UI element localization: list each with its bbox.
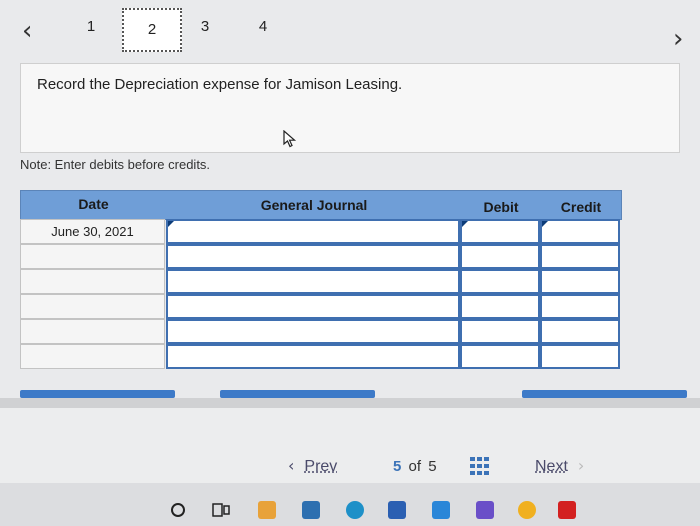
step-4[interactable]: 4 [253,18,273,35]
credit-input[interactable] [540,269,620,294]
table-row [20,269,620,294]
credit-input[interactable] [540,294,620,319]
store-icon[interactable] [302,501,320,519]
account-select[interactable] [166,294,460,319]
question-prompt: Record the Depreciation expense for Jami… [37,76,403,93]
search-circle-icon[interactable] [170,501,186,519]
file-explorer-icon[interactable] [258,501,276,519]
account-select[interactable] [166,344,460,369]
mail-icon[interactable] [432,501,450,519]
page-indicator: 5 of 5 [393,458,437,475]
debit-input[interactable] [460,319,540,344]
question-grid-icon[interactable] [470,457,490,475]
question-pager: ‹ Prev 5 of 5 Next › [0,408,700,483]
chevron-left-icon[interactable]: ‹ [22,16,32,46]
debit-input[interactable] [460,294,540,319]
of-label: of [408,458,422,475]
dropdown-indicator-icon [168,221,174,227]
prev-button[interactable]: ‹ Prev [288,456,337,476]
debit-input[interactable] [460,269,540,294]
prev-label: Prev [304,458,338,475]
date-cell [20,244,165,269]
header-date: Date [78,196,109,212]
mouse-cursor-icon [283,130,297,148]
next-label: Next [535,458,568,475]
view-journal-button[interactable] [522,390,687,398]
date-cell [20,344,165,369]
input-indicator-icon [542,221,548,227]
instruction-note: Note: Enter debits before credits. [20,157,211,172]
media-app-icon[interactable] [518,501,536,519]
debit-input[interactable] [460,344,540,369]
date-cell [20,294,165,319]
record-entry-button[interactable] [20,390,175,398]
credit-input[interactable] [540,244,620,269]
table-row [20,319,620,344]
table-header: Date General Journal Debit Credit [20,190,622,220]
step-1[interactable]: 1 [81,18,101,35]
step-3[interactable]: 3 [195,18,215,35]
date-cell [20,319,165,344]
os-taskbar [0,483,700,526]
question-stepper: ‹ 1 2 3 4 › [0,0,700,60]
chevron-left-icon: ‹ [288,456,295,475]
credit-input[interactable] [540,319,620,344]
account-select[interactable] [166,319,460,344]
header-general-journal: General Journal [260,197,368,213]
credit-input[interactable] [540,344,620,369]
header-debit: Debit [483,199,519,215]
next-button[interactable]: Next › [535,456,584,476]
account-select[interactable] [166,244,460,269]
header-credit: Credit [560,199,602,215]
debit-input[interactable] [460,219,540,244]
netflix-icon[interactable] [558,501,576,519]
chevron-right-icon[interactable]: › [673,24,683,54]
date-cell: June 30, 2021 [20,219,165,244]
account-select[interactable] [166,269,460,294]
current-page: 5 [393,458,402,475]
table-row [20,294,620,319]
chevron-right-icon: › [577,456,585,475]
account-select[interactable] [166,219,460,244]
input-indicator-icon [462,221,468,227]
sling-app-icon[interactable] [476,501,494,519]
journal-entry-table: Date General Journal Debit Credit June 3… [20,190,622,370]
debit-input[interactable] [460,244,540,269]
task-view-icon[interactable] [212,501,230,519]
table-row [20,344,620,369]
journal-rows: June 30, 2021 [20,219,620,369]
credit-input[interactable] [540,219,620,244]
step-2-active[interactable]: 2 [122,8,182,52]
question-prompt-box: Record the Depreciation expense for Jami… [20,63,680,153]
total-pages: 5 [428,458,437,475]
word-icon[interactable] [388,501,406,519]
edge-browser-icon[interactable] [346,501,364,519]
clear-entry-button[interactable] [220,390,375,398]
section-divider [0,398,700,408]
date-cell [20,269,165,294]
table-row: June 30, 2021 [20,219,620,244]
table-row [20,244,620,269]
